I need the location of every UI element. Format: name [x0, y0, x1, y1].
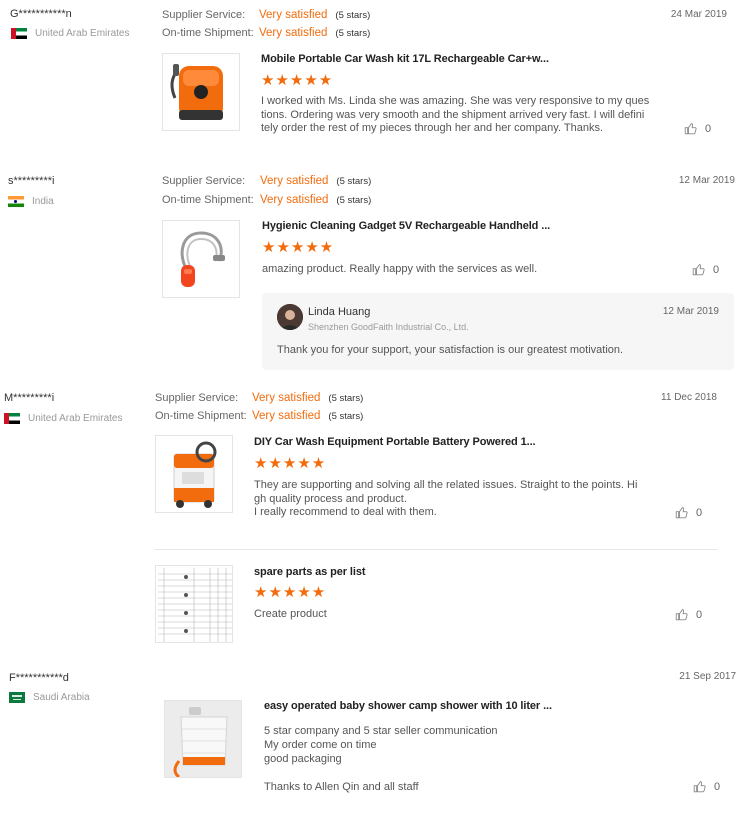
review-text: I worked with Ms. Linda she was amazing.… [261, 95, 650, 134]
star-rating: ★★★★★ [261, 72, 334, 89]
review-text: Create product [254, 608, 327, 620]
review-text: 5 star company and 5 star seller communi… [264, 725, 498, 793]
ontime-shipment-rating: On-time Shipment: Very satisfied (5 star… [162, 27, 371, 39]
product-thumbnail[interactable] [162, 53, 240, 131]
review-date: 11 Dec 2018 [661, 392, 717, 403]
supplier-service-rating: Supplier Service: Very satisfied (5 star… [162, 175, 372, 187]
product-title-link[interactable]: Mobile Portable Car Wash kit 17L Recharg… [261, 53, 549, 65]
product-thumbnail[interactable] [162, 220, 240, 298]
product-thumbnail[interactable] [155, 565, 233, 643]
car-wash-kit-image [170, 64, 223, 120]
reply-date: 12 Mar 2019 [662, 306, 719, 317]
spare-parts-list-image [158, 568, 232, 642]
reviewer-name: G***********n [10, 8, 72, 20]
thumbs-up-icon [675, 507, 688, 519]
saudi-flag-icon [9, 692, 25, 703]
camp-shower-image [165, 701, 241, 777]
review-card: F***********d Saudi Arabia 21 Sep 2017 e… [0, 665, 750, 815]
review-text: amazing product. Really happy with the s… [262, 263, 538, 275]
product-title-link[interactable]: easy operated baby shower camp shower wi… [264, 700, 552, 712]
india-flag-icon [8, 196, 24, 207]
review-card: G***********n United Arab Emirates Suppl… [0, 0, 750, 160]
supplier-service-rating: Supplier Service: Very satisfied (5 star… [162, 9, 371, 21]
star-rating: ★★★★★ [262, 239, 335, 256]
star-rating: ★★★★★ [254, 455, 327, 472]
reviewer-name: s*********i [8, 175, 55, 187]
reviewer-country: United Arab Emirates [4, 413, 123, 424]
review-text: They are supporting and solving all the … [254, 479, 638, 518]
like-button[interactable]: 0 [692, 263, 719, 276]
avatar [277, 304, 303, 330]
person-icon [277, 304, 303, 330]
reviewer-name: M*********i [4, 392, 55, 404]
uae-flag-icon [4, 413, 20, 424]
thumbs-up-icon [684, 123, 697, 135]
thumbs-up-icon [692, 264, 705, 276]
like-button[interactable]: 0 [675, 608, 702, 621]
review-card: M*********i United Arab Emirates Supplie… [0, 385, 750, 655]
reviewer-country: India [8, 196, 54, 207]
review-date: 12 Mar 2019 [678, 175, 735, 186]
reply-author-name: Linda Huang [308, 306, 371, 318]
ontime-shipment-rating: On-time Shipment: Very satisfied (5 star… [155, 410, 364, 422]
ontime-shipment-rating: On-time Shipment: Very satisfied (5 star… [162, 194, 372, 206]
reply-text: Thank you for your support, your satisfa… [277, 344, 624, 356]
cleaning-gadget-image [180, 231, 225, 287]
review-date: 24 Mar 2019 [670, 9, 727, 20]
like-button[interactable]: 0 [693, 780, 720, 793]
product-title-link[interactable]: Hygienic Cleaning Gadget 5V Rechargeable… [262, 220, 550, 232]
product-thumbnail[interactable] [155, 435, 233, 513]
car-wash-equipment-image [173, 441, 217, 508]
star-rating: ★★★★★ [254, 584, 327, 601]
reviewer-name: F***********d [9, 672, 69, 684]
thumbs-up-icon [675, 609, 688, 621]
reply-company-name: Shenzhen GoodFaith Industrial Co., Ltd. [308, 322, 469, 332]
review-date: 21 Sep 2017 [679, 671, 736, 682]
product-title-link[interactable]: spare parts as per list [254, 566, 366, 578]
thumbs-up-icon [693, 781, 706, 793]
product-thumbnail[interactable] [164, 700, 242, 778]
reviewer-country: United Arab Emirates [11, 28, 130, 39]
uae-flag-icon [11, 28, 27, 39]
supplier-service-rating: Supplier Service: Very satisfied (5 star… [155, 392, 364, 404]
like-button[interactable]: 0 [675, 506, 702, 519]
item-divider [155, 549, 717, 550]
like-button[interactable]: 0 [684, 122, 711, 135]
supplier-reply: Linda Huang Shenzhen GoodFaith Industria… [262, 293, 734, 370]
reviewer-country: Saudi Arabia [9, 692, 90, 703]
product-title-link[interactable]: DIY Car Wash Equipment Portable Battery … [254, 436, 536, 448]
review-card: s*********i India Supplier Service: Very… [0, 170, 750, 380]
